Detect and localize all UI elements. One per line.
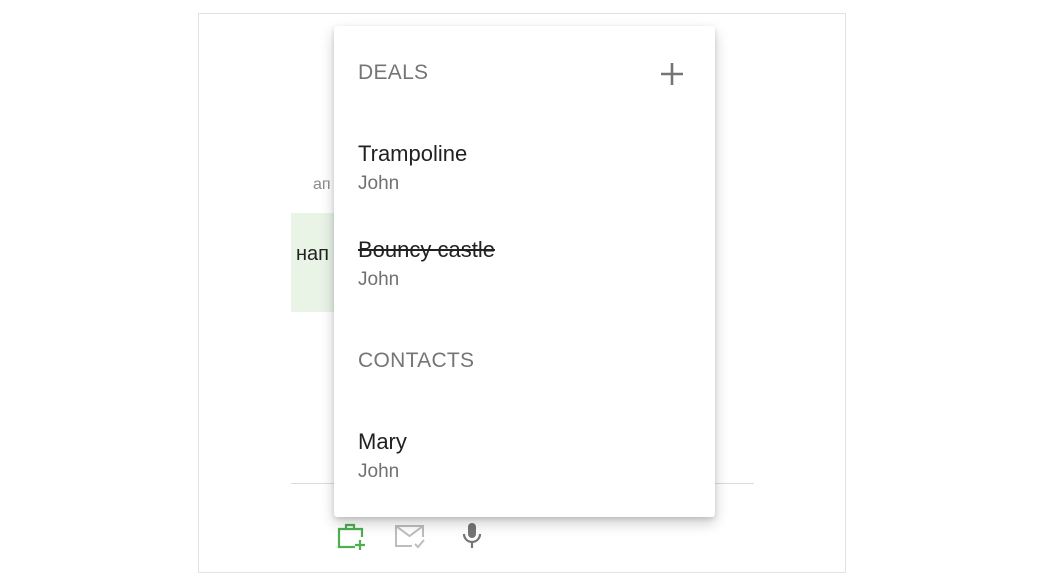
plus-icon xyxy=(660,62,684,91)
deal-title: Bouncy castle xyxy=(358,237,495,262)
message-text-fragment: нап xyxy=(296,243,329,265)
deal-owner: John xyxy=(358,173,400,194)
add-deal-button[interactable] xyxy=(656,60,688,92)
background-text-fragment: ап xyxy=(313,176,331,193)
contact-name: Mary xyxy=(358,429,407,454)
deal-title: Trampoline xyxy=(358,141,468,166)
deals-contacts-popup: DEALS Trampoline John Bouncy castle John… xyxy=(334,26,715,517)
deal-owner: John xyxy=(358,269,400,290)
deal-item-bouncy-castle[interactable]: Bouncy castle John xyxy=(358,237,688,291)
contact-owner: John xyxy=(358,461,400,482)
briefcase-add-icon[interactable] xyxy=(334,519,368,553)
deals-header: DEALS xyxy=(358,61,429,84)
microphone-icon[interactable] xyxy=(455,519,489,553)
contact-item-mary[interactable]: Mary John xyxy=(358,429,688,483)
deal-item-trampoline[interactable]: Trampoline John xyxy=(358,141,688,195)
mail-check-icon[interactable] xyxy=(393,519,427,553)
contacts-header: CONTACTS xyxy=(358,349,475,372)
